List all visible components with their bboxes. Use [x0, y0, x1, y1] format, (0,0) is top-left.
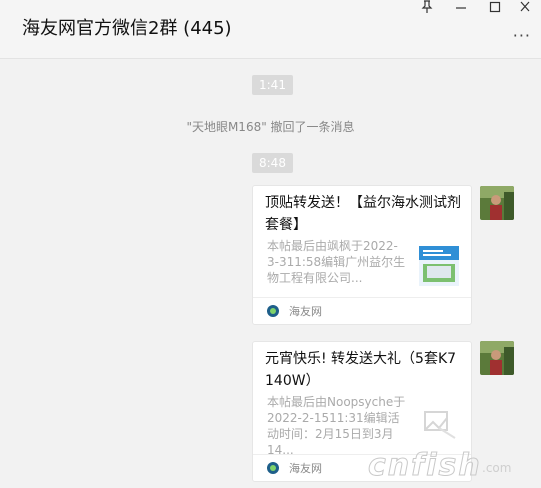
- maximize-icon: [489, 1, 501, 13]
- site-logo-icon: [267, 305, 279, 317]
- placeholder-image-icon: [419, 404, 459, 444]
- card-title: 元宵快乐! 转发送大礼（5套K7 140W）: [265, 351, 457, 389]
- product-image-icon: [419, 246, 459, 286]
- pin-icon: [421, 0, 433, 13]
- close-button[interactable]: [514, 0, 536, 18]
- more-options-button[interactable]: ···: [513, 26, 531, 45]
- timestamp: 8:48: [252, 153, 293, 173]
- card-source: 海友网: [289, 305, 322, 318]
- minimize-icon: [456, 7, 466, 9]
- card-description: 本帖最后由飒枫于2022-3-311:58编辑广州益尔生物工程有限公司...: [267, 239, 406, 285]
- close-icon: [520, 1, 530, 12]
- card-footer: 海友网: [253, 297, 471, 324]
- link-card[interactable]: 顶贴转发送！【益尔海水测试剂套餐】 本帖最后由飒枫于2022-3-311:58编…: [252, 185, 472, 325]
- watermark: cnfish: [368, 448, 482, 484]
- watermark-domain: .com: [482, 461, 512, 475]
- card-source: 海友网: [289, 462, 322, 475]
- site-logo-icon: [267, 462, 279, 474]
- avatar[interactable]: [480, 341, 514, 375]
- maximize-button[interactable]: [484, 0, 506, 18]
- title-bar: 海友网官方微信2群 (445) ···: [0, 0, 541, 59]
- minimize-button[interactable]: [450, 0, 472, 18]
- avatar[interactable]: [480, 186, 514, 220]
- chat-title: 海友网官方微信2群 (445): [22, 18, 232, 39]
- card-title: 顶贴转发送！【益尔海水测试剂套餐】: [265, 195, 461, 233]
- recall-notice: "天地眼M168" 撤回了一条消息: [186, 120, 355, 134]
- timestamp: 1:41: [252, 75, 293, 95]
- pin-button[interactable]: [416, 0, 438, 18]
